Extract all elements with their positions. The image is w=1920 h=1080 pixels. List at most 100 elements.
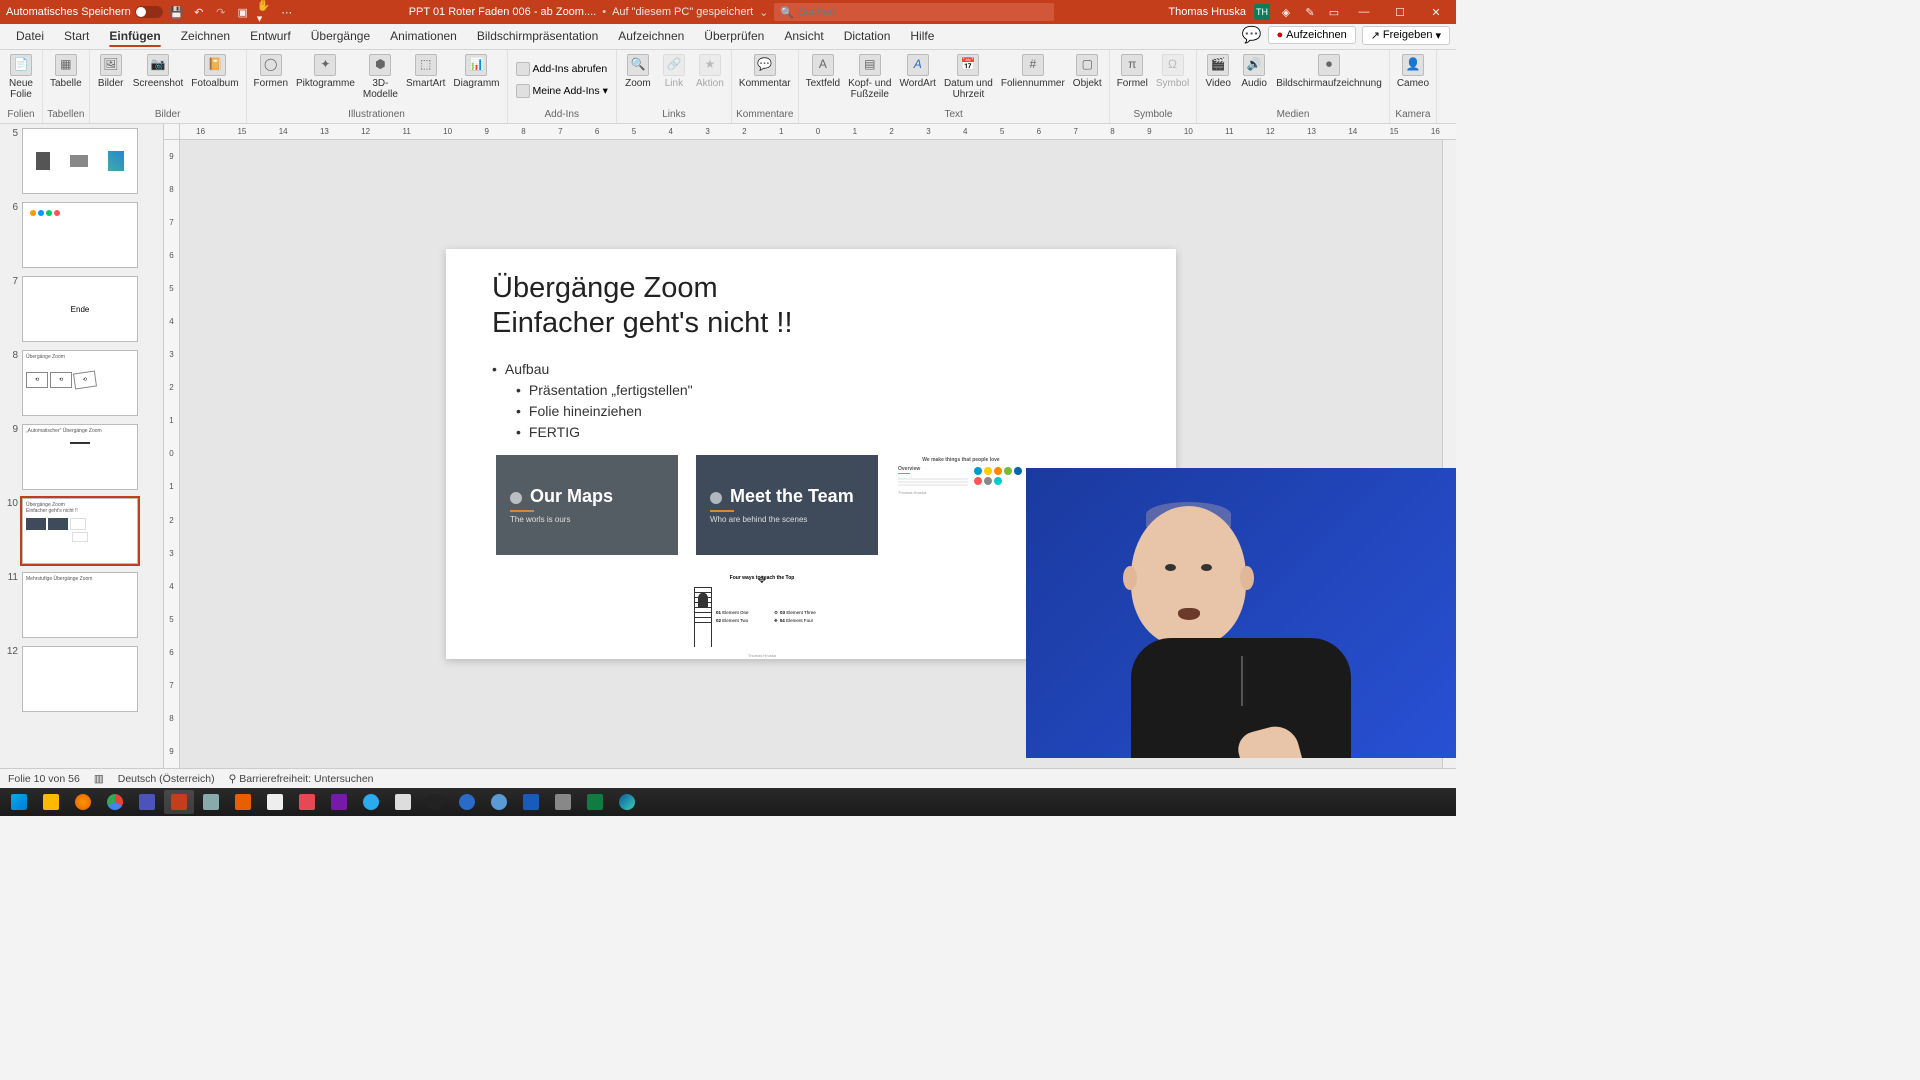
embedded-slide-maps[interactable]: Our Maps The worls is ours: [496, 455, 678, 555]
tab-hilfe[interactable]: Hilfe: [900, 25, 944, 49]
user-avatar[interactable]: TH: [1254, 4, 1270, 20]
tab-datei[interactable]: Datei: [6, 25, 54, 49]
audio-button[interactable]: 🔊Audio: [1237, 52, 1271, 91]
wordart-button[interactable]: AWordArt: [896, 52, 939, 91]
video-button[interactable]: 🎬Video: [1201, 52, 1235, 91]
touch-mode-icon[interactable]: ✋▾: [257, 4, 273, 20]
undo-icon[interactable]: ↶: [191, 4, 207, 20]
app-icon-2[interactable]: [260, 790, 290, 814]
redo-icon[interactable]: ↷: [213, 4, 229, 20]
thumbnail-9[interactable]: „Automatischer" Übergänge Zoom: [22, 424, 138, 490]
pictures-button[interactable]: 🖼Bilder: [94, 52, 128, 91]
tab-animationen[interactable]: Animationen: [380, 25, 467, 49]
toggle-switch[interactable]: [135, 6, 163, 18]
tab-ansicht[interactable]: Ansicht: [774, 25, 833, 49]
thumbnail-7[interactable]: Ende: [22, 276, 138, 342]
get-addins-button[interactable]: Add-Ins abrufen: [512, 60, 612, 78]
tab-dictation[interactable]: Dictation: [834, 25, 901, 49]
word-icon[interactable]: [516, 790, 546, 814]
my-addins-button[interactable]: Meine Add-Ins ▾: [512, 82, 612, 100]
language-label[interactable]: Deutsch (Österreich): [118, 773, 215, 785]
edge-icon[interactable]: [612, 790, 642, 814]
date-time-button[interactable]: 📅Datum und Uhrzeit: [941, 52, 996, 102]
presenter-video-overlay: [1026, 468, 1456, 758]
save-icon[interactable]: 💾: [169, 4, 185, 20]
search-box[interactable]: 🔍: [774, 3, 1054, 21]
tab-zeichnen[interactable]: Zeichnen: [171, 25, 240, 49]
from-beginning-icon[interactable]: ▣: [235, 4, 251, 20]
embedded-slide-team[interactable]: Meet the Team Who are behind the scenes: [696, 455, 878, 555]
telegram-icon[interactable]: [356, 790, 386, 814]
slide-counter[interactable]: Folie 10 von 56: [8, 773, 80, 785]
zoom-button[interactable]: 🔍Zoom: [621, 52, 655, 91]
smartart-button[interactable]: ⬚SmartArt: [403, 52, 448, 91]
screenshot-button[interactable]: 📷Screenshot: [130, 52, 187, 91]
screen-recording-button[interactable]: ⏺Bildschirmaufzeichnung: [1273, 52, 1385, 91]
window-icon[interactable]: ▭: [1326, 4, 1342, 20]
object-button[interactable]: ▢Objekt: [1070, 52, 1105, 91]
slide-title[interactable]: Übergänge Zoom Einfacher geht's nicht !!: [492, 271, 1130, 341]
spell-check-icon[interactable]: ▥: [94, 773, 104, 785]
app-icon-4[interactable]: [388, 790, 418, 814]
status-bar: Folie 10 von 56 ▥ Deutsch (Österreich) ⚲…: [0, 768, 1456, 788]
filename-dropdown-icon[interactable]: ⌄: [759, 6, 768, 19]
tab-bildschirmpraesentation[interactable]: Bildschirmpräsentation: [467, 25, 608, 49]
thumbnail-10[interactable]: Übergänge Zoom Einfacher geht's nicht !!: [22, 498, 138, 564]
thumbnail-12[interactable]: [22, 646, 138, 712]
teams-icon[interactable]: [132, 790, 162, 814]
app-icon-7[interactable]: [548, 790, 578, 814]
slide-number-button[interactable]: #Foliennummer: [998, 52, 1068, 91]
file-explorer-icon[interactable]: [36, 790, 66, 814]
app-icon-1[interactable]: [196, 790, 226, 814]
tab-start[interactable]: Start: [54, 25, 99, 49]
embedded-slide-overview[interactable]: We make things that people love Overview: [896, 455, 1026, 555]
powerpoint-taskbar-icon[interactable]: [164, 790, 194, 814]
tab-entwurf[interactable]: Entwurf: [240, 25, 301, 49]
app-icon-6[interactable]: [484, 790, 514, 814]
new-slide-button[interactable]: 📄Neue Folie: [4, 52, 38, 102]
close-button[interactable]: ✕: [1422, 0, 1450, 24]
accessibility-button[interactable]: ⚲Barrierefreiheit: Untersuchen: [229, 773, 374, 785]
chart-button[interactable]: 📊Diagramm: [450, 52, 502, 91]
icons-button[interactable]: ✦Piktogramme: [293, 52, 358, 91]
coming-soon-icon[interactable]: ◈: [1278, 4, 1294, 20]
shapes-button[interactable]: ◯Formen: [251, 52, 291, 91]
onenote-icon[interactable]: [324, 790, 354, 814]
obs-icon[interactable]: [420, 790, 450, 814]
app-icon-3[interactable]: [292, 790, 322, 814]
excel-icon[interactable]: [580, 790, 610, 814]
tab-einfuegen[interactable]: Einfügen: [99, 25, 170, 49]
textbox-button[interactable]: ATextfeld: [803, 52, 843, 91]
minimize-button[interactable]: —: [1350, 0, 1378, 24]
table-button[interactable]: ▦Tabelle: [47, 52, 85, 91]
3dmodels-button[interactable]: ⬢3D- Modelle: [360, 52, 401, 102]
slide-thumbnails-panel[interactable]: 5 6 7 Ende 8 Übergänge Zoom⟲⟲⟲ 9 „Automa…: [0, 124, 164, 768]
thumbnail-11[interactable]: Mehrstufige Übergänge Zoom: [22, 572, 138, 638]
tab-uebergaenge[interactable]: Übergänge: [301, 25, 380, 49]
thumbnail-5[interactable]: [22, 128, 138, 194]
qat-more-icon[interactable]: ⋯: [279, 4, 295, 20]
thumbnail-6[interactable]: [22, 202, 138, 268]
share-button[interactable]: ↗Freigeben▾: [1362, 26, 1450, 45]
tab-aufzeichnen[interactable]: Aufzeichnen: [608, 25, 694, 49]
vlc-icon[interactable]: [228, 790, 258, 814]
pen-icon[interactable]: ✎: [1302, 4, 1318, 20]
equation-button[interactable]: πFormel: [1114, 52, 1151, 91]
start-button[interactable]: [4, 790, 34, 814]
slide-bullet-list[interactable]: Aufbau Präsentation „fertigstellen" Foli…: [492, 359, 1130, 443]
search-input[interactable]: [798, 6, 1048, 18]
photoalbum-button[interactable]: 📔Fotoalbum: [188, 52, 241, 91]
record-button[interactable]: ●Aufzeichnen: [1268, 26, 1356, 44]
comments-pane-icon[interactable]: 💬: [1242, 25, 1262, 45]
autosave-toggle[interactable]: Automatisches Speichern: [6, 6, 163, 18]
embedded-slide-four-ways[interactable]: Four ways to reach the Top 01 Element On…: [692, 573, 832, 653]
maximize-button[interactable]: ☐: [1386, 0, 1414, 24]
header-footer-button[interactable]: ▤Kopf- und Fußzeile: [845, 52, 894, 102]
firefox-icon[interactable]: [68, 790, 98, 814]
tab-ueberpruefen[interactable]: Überprüfen: [694, 25, 774, 49]
cameo-button[interactable]: 👤Cameo: [1394, 52, 1432, 91]
chrome-icon[interactable]: [100, 790, 130, 814]
app-icon-5[interactable]: [452, 790, 482, 814]
thumbnail-8[interactable]: Übergänge Zoom⟲⟲⟲: [22, 350, 138, 416]
comment-button[interactable]: 💬Kommentar: [736, 52, 794, 91]
